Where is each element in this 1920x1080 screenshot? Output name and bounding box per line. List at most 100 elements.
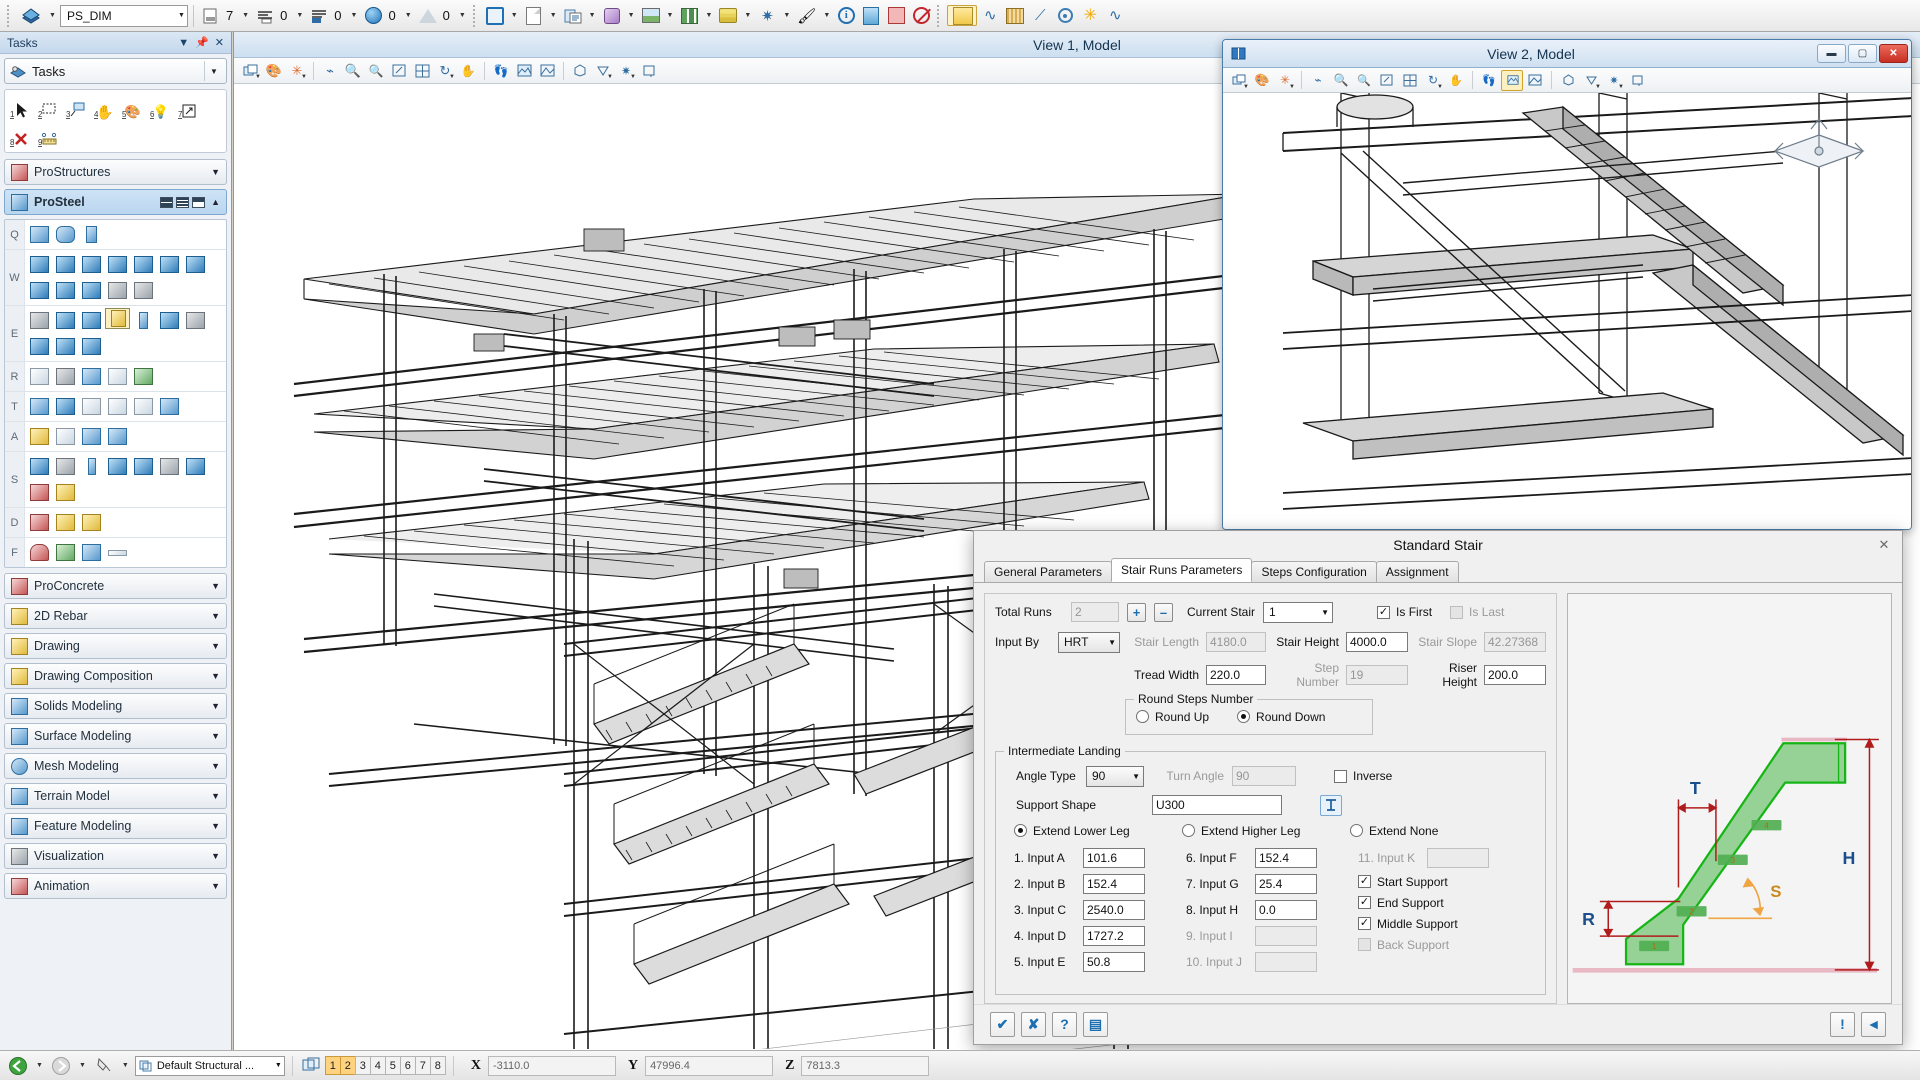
chevron-down-icon[interactable]: ▼ [293,12,306,19]
chevron-down-icon[interactable]: ▼ [75,1062,90,1069]
detail-drawing-icon[interactable] [53,394,78,419]
place-bolt-icon[interactable] [79,222,104,247]
chevron-down-icon[interactable]: ▼ [211,731,220,741]
round-down-radio[interactable]: Round Down [1237,710,1325,724]
haunch-icon[interactable] [105,278,130,303]
select-arrow-icon[interactable]: 1 [8,94,34,120]
chevron-down-icon[interactable]: ▼ [275,1062,282,1069]
brightness-icon[interactable]: ✳ ▼ [1274,70,1296,91]
input-a-field[interactable]: 101.6 [1083,848,1145,868]
round-up-radio[interactable]: Round Up [1136,710,1209,724]
minimize-button[interactable]: ▬ [1817,44,1846,63]
extend-lower-leg-radio[interactable]: Extend Lower Leg [1014,824,1182,838]
measure-icon[interactable]: 9 [36,122,62,148]
middle-support-checkbox[interactable]: ✓ Middle Support [1358,917,1535,931]
render-icon[interactable]: ✷ ▼ [1603,70,1625,91]
chevron-down-icon[interactable]: ▼ [32,1062,47,1069]
moment-connection-icon[interactable] [183,252,208,277]
sidebar-item-terrain-model[interactable]: Terrain Model ▼ [4,783,227,809]
standard-stair-icon[interactable] [105,308,130,329]
warning-exclaim-icon[interactable]: ! [1830,1012,1855,1037]
render-icon[interactable]: ✷ ▼ [615,60,637,81]
active-style-combo[interactable]: PS_DIM ▼ [60,5,188,27]
pick-arrow-icon[interactable]: ◄ [1861,1012,1886,1037]
sidebar-item-drawing-composition[interactable]: Drawing Composition ▼ [4,663,227,689]
back-icon[interactable] [6,1055,30,1077]
add-run-button[interactable]: + [1127,603,1146,622]
template-icon[interactable] [105,424,130,449]
chevron-down-icon[interactable]: ▼ [402,12,415,19]
stiffener-icon[interactable] [53,278,78,303]
tee-connection-icon[interactable] [183,454,208,479]
zoom-in-icon[interactable]: 🔍 [1330,70,1352,91]
chevron-down-icon[interactable]: ▼ [178,12,185,19]
bounding-box-icon[interactable] [105,394,130,419]
export-stp-icon[interactable] [53,510,78,535]
dimension-icon[interactable] [53,480,78,505]
roof-icon[interactable] [53,308,78,333]
chevron-down-icon[interactable]: ▼ [118,1062,133,1069]
gusset-icon[interactable] [131,278,156,303]
sidebar-item-animation[interactable]: Animation ▼ [4,873,227,899]
rotate-view-icon[interactable]: ↻ ▼ [434,60,456,81]
fill-style-icon[interactable] [307,4,331,28]
drawing-sheet-icon[interactable] [27,394,52,419]
support-shape-input[interactable]: U300 [1152,795,1282,815]
chevron-down-icon[interactable]: ▼ [1595,84,1601,90]
tab-steps-configuration[interactable]: Steps Configuration [1251,561,1376,582]
view-mode-detail-icon[interactable] [192,197,205,208]
chevron-down-icon[interactable]: ▼ [1132,772,1140,781]
is-first-checkbox[interactable]: ✓ Is First [1377,605,1432,619]
input-by-select[interactable]: HRT ▼ [1058,632,1120,653]
end-support-checkbox[interactable]: ✓ End Support [1358,896,1535,910]
y-coordinate-field[interactable]: 47996.4 [645,1056,773,1076]
sidebar-item-prostructures[interactable]: ProStructures ▼ [4,159,227,185]
chevron-down-icon[interactable]: ▼ [456,12,469,19]
chevron-down-icon[interactable]: ▼ [607,74,613,80]
current-stair-select[interactable]: 1 ▼ [1263,602,1333,623]
lock-view-icon[interactable] [638,60,660,81]
sidebar-item-surface-modeling[interactable]: Surface Modeling ▼ [4,723,227,749]
bend-plate-icon[interactable] [105,364,130,389]
highlight-icon[interactable] [947,5,977,26]
platform-icon[interactable] [79,334,104,359]
clip-volume-icon[interactable] [1557,70,1579,91]
chevron-down-icon[interactable]: ▼ [211,851,220,861]
analyze-point-icon[interactable]: 6 💡 [148,94,174,120]
view2-canvas[interactable] [1223,93,1911,529]
inverse-checkbox[interactable]: Inverse [1334,769,1392,783]
update-view-icon[interactable]: ⌁ [1307,70,1329,91]
paint-icon[interactable]: 🖌 [794,4,819,28]
stair-height-input[interactable]: 4000.0 [1346,632,1408,652]
grating-icon[interactable] [27,308,52,333]
toolbar-grip[interactable] [937,5,943,27]
sidebar-item-2d-rebar[interactable]: 2D Rebar ▼ [4,603,227,629]
chevron-up-icon[interactable]: ▲ [211,197,220,207]
zoom-in-icon[interactable]: 🔍 [342,60,364,81]
chevron-down-icon[interactable]: ▼ [1108,638,1116,647]
edit-properties-icon[interactable] [27,364,52,389]
chevron-down-icon[interactable]: ▼ [348,12,361,19]
level-button-8[interactable]: 8 [430,1056,446,1075]
chevron-down-icon[interactable]: ▼ [211,167,220,177]
close-icon[interactable]: ✕ [1870,534,1898,556]
sidebar-item-proconcrete[interactable]: ProConcrete ▼ [4,573,227,599]
new-file-icon[interactable] [522,4,546,28]
level-button-5[interactable]: 5 [385,1056,401,1075]
chevron-down-icon[interactable]: ▼ [741,12,754,19]
level-button-1[interactable]: 1 [325,1056,341,1075]
chevron-down-icon[interactable]: ▼ [211,701,220,711]
level-button-3[interactable]: 3 [355,1056,371,1075]
sidebar-item-drawing[interactable]: Drawing ▼ [4,633,227,659]
input-f-field[interactable]: 152.4 [1255,848,1317,868]
pen-icon[interactable]: ∿ [1103,4,1127,28]
grid-icon[interactable] [884,4,908,28]
window-area-icon[interactable] [388,60,410,81]
cap-plate-icon[interactable] [105,252,130,277]
place-plate-icon[interactable] [53,222,78,247]
forward-icon[interactable] [49,1055,73,1077]
export-nc-icon[interactable] [79,510,104,535]
chevron-down-icon[interactable]: ▼ [211,791,220,801]
database-icon[interactable] [27,424,52,449]
chevron-down-icon[interactable]: ▼ [449,74,455,80]
